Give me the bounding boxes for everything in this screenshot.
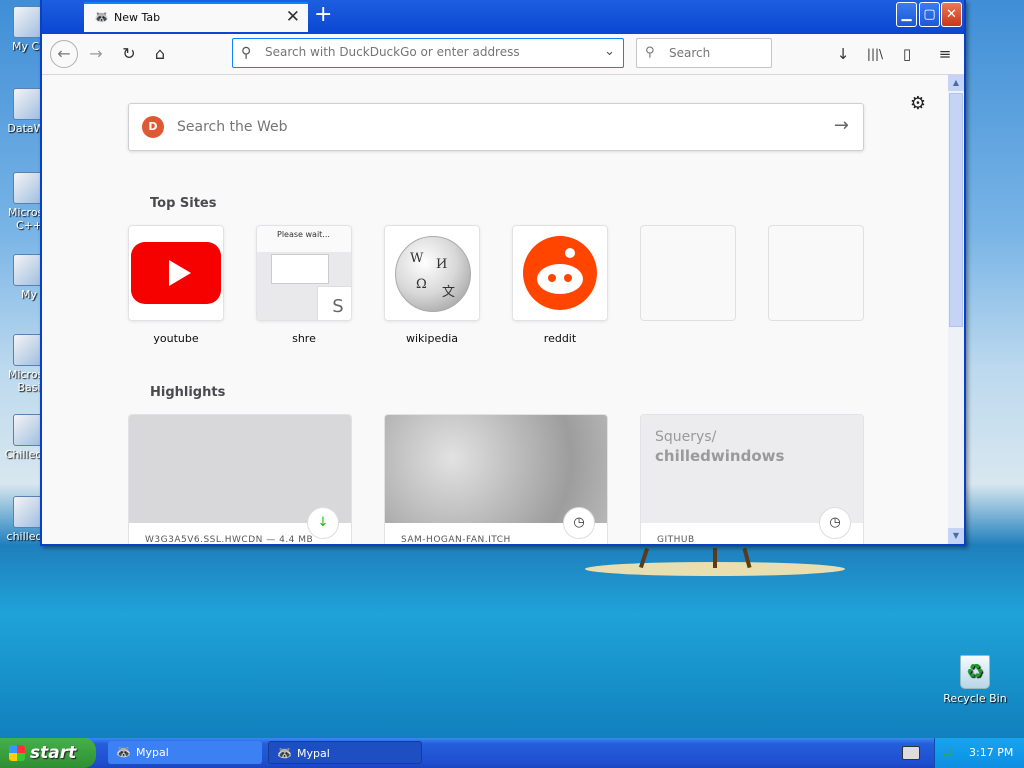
- start-label: start: [30, 743, 77, 763]
- history-clock-icon: ◷: [819, 507, 851, 539]
- palm-trunk: [713, 548, 717, 568]
- scroll-up-arrow-icon[interactable]: ▲: [948, 75, 964, 91]
- recycle-bin-icon: ♻: [960, 655, 990, 689]
- top-site-youtube[interactable]: [128, 225, 224, 321]
- system-tray: ⇄ 3:17 PM: [934, 738, 1024, 768]
- highlight-card[interactable]: ↓ W3G3A5V6.SSL.HWCDN — 4.4 MB: [128, 414, 352, 544]
- top-site-label: youtube: [153, 332, 199, 345]
- thumbnail-text: chilledwindows: [655, 447, 785, 465]
- top-site-label: reddit: [543, 332, 577, 345]
- tab-bar: 🦝 New Tab ✕ + ▁ ▢ ✕: [42, 0, 964, 34]
- top-site-empty[interactable]: [640, 225, 736, 321]
- top-site-reddit[interactable]: [512, 225, 608, 321]
- search-bar[interactable]: ⚲: [636, 38, 772, 68]
- back-button[interactable]: ←: [50, 40, 78, 68]
- top-sites-heading: Top Sites: [150, 196, 217, 211]
- highlights-heading: Highlights: [150, 385, 226, 400]
- mypal-icon: 🦝: [116, 745, 131, 759]
- keyboard-icon[interactable]: [902, 746, 920, 760]
- web-search-input[interactable]: [175, 118, 799, 136]
- top-site-shre[interactable]: Please wait... S: [256, 225, 352, 321]
- navigation-toolbar: ← → ↻ ⌂ ⚲ ⌄ ⚲ ↓ |||\ ▯ ≡: [42, 34, 964, 75]
- thumbnail-text: Squerys/: [655, 429, 717, 445]
- browser-window: 🦝 New Tab ✕ + ▁ ▢ ✕ ← → ↻ ⌂ ⚲ ⌄ ⚲ ↓ |||\…: [40, 0, 966, 546]
- reddit-alien-icon: [523, 236, 597, 310]
- taskbar-button-label: Mypal: [136, 746, 169, 759]
- network-icon[interactable]: ⇄: [943, 746, 953, 760]
- menu-icon[interactable]: ≡: [932, 40, 958, 68]
- sidebar-icon[interactable]: ▯: [894, 40, 920, 68]
- forward-button[interactable]: →: [82, 40, 110, 68]
- highlight-card[interactable]: ◷ SAM-HOGAN-FAN.ITCH: [384, 414, 608, 544]
- recycle-bin-label: Recycle Bin: [943, 692, 1007, 705]
- library-icon[interactable]: |||\: [862, 40, 888, 68]
- taskbar-button-label: Mypal: [297, 747, 330, 760]
- new-tab-page: ⚙ D → Top Sites youtube Please wait... S…: [42, 75, 948, 544]
- recycle-bin[interactable]: ♻ Recycle Bin: [940, 655, 1010, 705]
- web-search-box[interactable]: D →: [128, 103, 864, 151]
- mypal-icon: 🦝: [277, 746, 292, 760]
- close-window-button[interactable]: ✕: [941, 2, 962, 27]
- scroll-down-arrow-icon[interactable]: ▼: [948, 528, 964, 544]
- settings-gear-icon[interactable]: ⚙: [910, 93, 926, 114]
- history-clock-icon: ◷: [563, 507, 595, 539]
- clock[interactable]: 3:17 PM: [969, 746, 1013, 759]
- minimize-button[interactable]: ▁: [896, 2, 917, 27]
- card-host: SAM-HOGAN-FAN.ITCH: [401, 535, 511, 544]
- mypal-favicon-icon: 🦝: [94, 10, 109, 24]
- address-input[interactable]: [263, 44, 597, 60]
- thumbnail-text: Please wait...: [277, 230, 330, 239]
- reload-button[interactable]: ↻: [115, 40, 143, 68]
- duckduckgo-icon: D: [142, 116, 164, 138]
- wikipedia-globe-icon: WИΩ文: [395, 236, 471, 312]
- address-bar[interactable]: ⚲ ⌄: [232, 38, 624, 68]
- top-site-wikipedia[interactable]: WИΩ文: [384, 225, 480, 321]
- highlight-card[interactable]: Squerys/ chilledwindows ◷ GITHUB: [640, 414, 864, 544]
- downloads-icon[interactable]: ↓: [830, 40, 856, 68]
- chevron-down-icon[interactable]: ⌄: [604, 44, 615, 59]
- taskbar: start 🦝 Mypal 🦝 Mypal ⇄ 3:17 PM: [0, 738, 1024, 768]
- card-host: GITHUB: [657, 535, 695, 544]
- taskbar-button-mypal[interactable]: 🦝 Mypal: [108, 741, 262, 764]
- vertical-scrollbar[interactable]: ▲ ▼: [948, 75, 964, 544]
- new-tab-button[interactable]: +: [314, 3, 332, 27]
- search-icon: ⚲: [645, 45, 655, 60]
- maximize-button[interactable]: ▢: [919, 2, 940, 27]
- tab-title: New Tab: [114, 11, 161, 24]
- search-icon: ⚲: [241, 45, 252, 61]
- start-button[interactable]: start: [0, 738, 96, 768]
- top-site-label: wikipedia: [405, 332, 458, 345]
- windows-flag-icon: [9, 745, 25, 761]
- top-site-empty[interactable]: [768, 225, 864, 321]
- home-button[interactable]: ⌂: [146, 40, 174, 68]
- arrow-right-icon[interactable]: →: [834, 115, 849, 136]
- close-tab-icon[interactable]: ✕: [286, 7, 300, 27]
- youtube-icon: [131, 242, 221, 304]
- taskbar-button-mypal[interactable]: 🦝 Mypal: [268, 741, 422, 764]
- search-input[interactable]: [667, 45, 767, 61]
- site-letter-badge: S: [317, 286, 351, 320]
- desktop-icon-label: My: [20, 288, 37, 301]
- tab-new-tab[interactable]: 🦝 New Tab ✕: [84, 2, 308, 32]
- top-site-label: shre: [292, 332, 316, 345]
- scrollbar-thumb[interactable]: [949, 93, 963, 327]
- card-host: W3G3A5V6.SSL.HWCDN — 4.4 MB: [145, 535, 314, 544]
